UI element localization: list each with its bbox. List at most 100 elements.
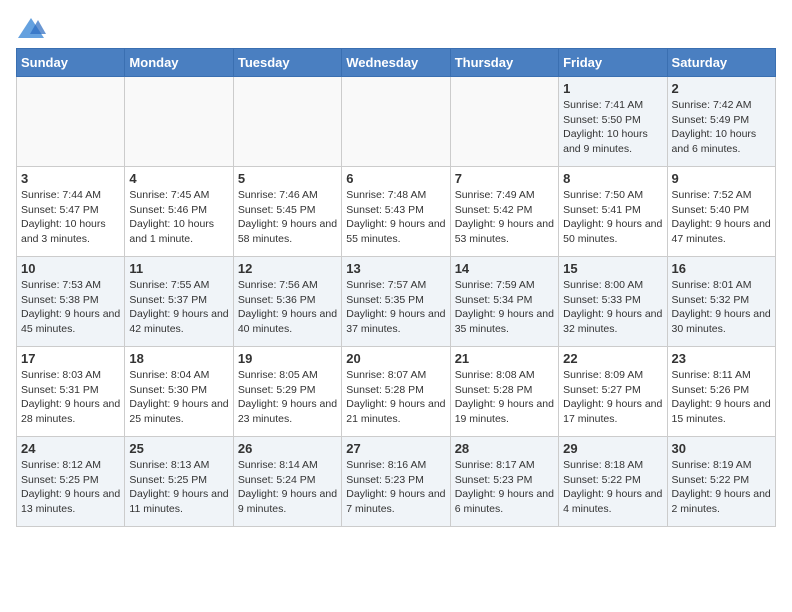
- calendar-cell: 7 Sunrise: 7:49 AM Sunset: 5:42 PM Daylig…: [450, 167, 558, 257]
- calendar-cell: 21 Sunrise: 8:08 AM Sunset: 5:28 PM Dayli…: [450, 347, 558, 437]
- day-info: Sunrise: 7:49 AM Sunset: 5:42 PM Dayligh…: [455, 188, 554, 247]
- logo: [16, 16, 50, 40]
- week-row-5: 24 Sunrise: 8:12 AM Sunset: 5:25 PM Dayli…: [17, 437, 776, 527]
- day-number: 24: [21, 441, 120, 456]
- calendar-cell: 13 Sunrise: 7:57 AM Sunset: 5:35 PM Dayli…: [342, 257, 450, 347]
- weekday-header-thursday: Thursday: [450, 49, 558, 77]
- day-number: 1: [563, 81, 662, 96]
- calendar-cell: 26Sunrise: 8:14 AM Sunset: 5:24 PM Dayli…: [233, 437, 341, 527]
- day-number: 20: [346, 351, 445, 366]
- day-info: Sunrise: 8:08 AM Sunset: 5:28 PM Dayligh…: [455, 368, 554, 427]
- day-info: Sunrise: 7:46 AM Sunset: 5:45 PM Dayligh…: [238, 188, 337, 247]
- week-row-2: 3Sunrise: 7:44 AM Sunset: 5:47 PM Daylig…: [17, 167, 776, 257]
- calendar-cell: 10 Sunrise: 7:53 AM Sunset: 5:38 PM Dayli…: [17, 257, 125, 347]
- weekday-header-tuesday: Tuesday: [233, 49, 341, 77]
- day-info: Sunrise: 7:59 AM Sunset: 5:34 PM Dayligh…: [455, 278, 554, 337]
- calendar-cell: 18 Sunrise: 8:04 AM Sunset: 5:30 PM Dayli…: [125, 347, 233, 437]
- week-row-4: 17 Sunrise: 8:03 AM Sunset: 5:31 PM Dayli…: [17, 347, 776, 437]
- day-info: Sunrise: 8:07 AM Sunset: 5:28 PM Dayligh…: [346, 368, 445, 427]
- day-info: Sunrise: 7:44 AM Sunset: 5:47 PM Dayligh…: [21, 188, 120, 247]
- calendar-cell: 22 Sunrise: 8:09 AM Sunset: 5:27 PM Dayli…: [559, 347, 667, 437]
- week-row-3: 10 Sunrise: 7:53 AM Sunset: 5:38 PM Dayli…: [17, 257, 776, 347]
- day-number: 18: [129, 351, 228, 366]
- calendar-cell: 30 Sunrise: 8:19 AM Sunset: 5:22 PM Dayli…: [667, 437, 775, 527]
- day-number: 5: [238, 171, 337, 186]
- calendar-cell: 20 Sunrise: 8:07 AM Sunset: 5:28 PM Dayli…: [342, 347, 450, 437]
- calendar-cell: 15 Sunrise: 8:00 AM Sunset: 5:33 PM Dayli…: [559, 257, 667, 347]
- day-info: Sunrise: 8:12 AM Sunset: 5:25 PM Dayligh…: [21, 458, 120, 517]
- day-info: Sunrise: 8:11 AM Sunset: 5:26 PM Dayligh…: [672, 368, 771, 427]
- calendar-cell: [233, 77, 341, 167]
- day-number: 26: [238, 441, 337, 456]
- day-info: Sunrise: 7:42 AM Sunset: 5:49 PM Dayligh…: [672, 98, 771, 157]
- calendar-cell: 29 Sunrise: 8:18 AM Sunset: 5:22 PM Dayli…: [559, 437, 667, 527]
- day-info: Sunrise: 8:00 AM Sunset: 5:33 PM Dayligh…: [563, 278, 662, 337]
- day-info: Sunrise: 7:55 AM Sunset: 5:37 PM Dayligh…: [129, 278, 228, 337]
- calendar-cell: [17, 77, 125, 167]
- header: [16, 16, 776, 40]
- day-info: Sunrise: 7:52 AM Sunset: 5:40 PM Dayligh…: [672, 188, 771, 247]
- logo-icon: [16, 16, 46, 40]
- weekday-header-row: SundayMondayTuesdayWednesdayThursdayFrid…: [17, 49, 776, 77]
- calendar-cell: 11 Sunrise: 7:55 AM Sunset: 5:37 PM Dayli…: [125, 257, 233, 347]
- weekday-header-sunday: Sunday: [17, 49, 125, 77]
- day-number: 28: [455, 441, 554, 456]
- day-number: 14: [455, 261, 554, 276]
- day-number: 8: [563, 171, 662, 186]
- day-info: Sunrise: 7:41 AM Sunset: 5:50 PM Dayligh…: [563, 98, 662, 157]
- calendar-cell: 14 Sunrise: 7:59 AM Sunset: 5:34 PM Dayli…: [450, 257, 558, 347]
- day-info: Sunrise: 8:18 AM Sunset: 5:22 PM Dayligh…: [563, 458, 662, 517]
- calendar-cell: 9Sunrise: 7:52 AM Sunset: 5:40 PM Daylig…: [667, 167, 775, 257]
- day-number: 17: [21, 351, 120, 366]
- day-info: Sunrise: 7:48 AM Sunset: 5:43 PM Dayligh…: [346, 188, 445, 247]
- day-number: 22: [563, 351, 662, 366]
- day-number: 29: [563, 441, 662, 456]
- day-number: 13: [346, 261, 445, 276]
- day-number: 11: [129, 261, 228, 276]
- day-info: Sunrise: 8:16 AM Sunset: 5:23 PM Dayligh…: [346, 458, 445, 517]
- calendar-cell: 3Sunrise: 7:44 AM Sunset: 5:47 PM Daylig…: [17, 167, 125, 257]
- calendar-cell: 25 Sunrise: 8:13 AM Sunset: 5:25 PM Dayli…: [125, 437, 233, 527]
- day-info: Sunrise: 7:53 AM Sunset: 5:38 PM Dayligh…: [21, 278, 120, 337]
- day-number: 21: [455, 351, 554, 366]
- day-number: 2: [672, 81, 771, 96]
- calendar-cell: 23 Sunrise: 8:11 AM Sunset: 5:26 PM Dayli…: [667, 347, 775, 437]
- day-info: Sunrise: 7:57 AM Sunset: 5:35 PM Dayligh…: [346, 278, 445, 337]
- day-number: 7: [455, 171, 554, 186]
- calendar-cell: 6 Sunrise: 7:48 AM Sunset: 5:43 PM Daylig…: [342, 167, 450, 257]
- calendar-cell: 24 Sunrise: 8:12 AM Sunset: 5:25 PM Dayli…: [17, 437, 125, 527]
- day-info: Sunrise: 7:50 AM Sunset: 5:41 PM Dayligh…: [563, 188, 662, 247]
- day-info: Sunrise: 8:17 AM Sunset: 5:23 PM Dayligh…: [455, 458, 554, 517]
- day-number: 30: [672, 441, 771, 456]
- calendar-cell: 5 Sunrise: 7:46 AM Sunset: 5:45 PM Daylig…: [233, 167, 341, 257]
- day-info: Sunrise: 7:56 AM Sunset: 5:36 PM Dayligh…: [238, 278, 337, 337]
- day-info: Sunrise: 8:13 AM Sunset: 5:25 PM Dayligh…: [129, 458, 228, 517]
- calendar-table: SundayMondayTuesdayWednesdayThursdayFrid…: [16, 48, 776, 527]
- calendar-cell: 1 Sunrise: 7:41 AM Sunset: 5:50 PM Daylig…: [559, 77, 667, 167]
- calendar-cell: 28 Sunrise: 8:17 AM Sunset: 5:23 PM Dayli…: [450, 437, 558, 527]
- day-number: 23: [672, 351, 771, 366]
- day-number: 10: [21, 261, 120, 276]
- day-info: Sunrise: 8:01 AM Sunset: 5:32 PM Dayligh…: [672, 278, 771, 337]
- day-number: 6: [346, 171, 445, 186]
- day-info: Sunrise: 8:05 AM Sunset: 5:29 PM Dayligh…: [238, 368, 337, 427]
- weekday-header-friday: Friday: [559, 49, 667, 77]
- day-number: 27: [346, 441, 445, 456]
- weekday-header-monday: Monday: [125, 49, 233, 77]
- day-info: Sunrise: 8:19 AM Sunset: 5:22 PM Dayligh…: [672, 458, 771, 517]
- weekday-header-saturday: Saturday: [667, 49, 775, 77]
- calendar-cell: 4Sunrise: 7:45 AM Sunset: 5:46 PM Daylig…: [125, 167, 233, 257]
- day-info: Sunrise: 8:04 AM Sunset: 5:30 PM Dayligh…: [129, 368, 228, 427]
- calendar-cell: 8 Sunrise: 7:50 AM Sunset: 5:41 PM Daylig…: [559, 167, 667, 257]
- day-number: 25: [129, 441, 228, 456]
- day-number: 15: [563, 261, 662, 276]
- calendar-cell: [125, 77, 233, 167]
- calendar-cell: 2 Sunrise: 7:42 AM Sunset: 5:49 PM Daylig…: [667, 77, 775, 167]
- day-number: 4: [129, 171, 228, 186]
- calendar-cell: 19Sunrise: 8:05 AM Sunset: 5:29 PM Dayli…: [233, 347, 341, 437]
- calendar-cell: 17 Sunrise: 8:03 AM Sunset: 5:31 PM Dayli…: [17, 347, 125, 437]
- day-info: Sunrise: 8:03 AM Sunset: 5:31 PM Dayligh…: [21, 368, 120, 427]
- calendar-cell: 27 Sunrise: 8:16 AM Sunset: 5:23 PM Dayli…: [342, 437, 450, 527]
- day-info: Sunrise: 8:09 AM Sunset: 5:27 PM Dayligh…: [563, 368, 662, 427]
- week-row-1: 1 Sunrise: 7:41 AM Sunset: 5:50 PM Daylig…: [17, 77, 776, 167]
